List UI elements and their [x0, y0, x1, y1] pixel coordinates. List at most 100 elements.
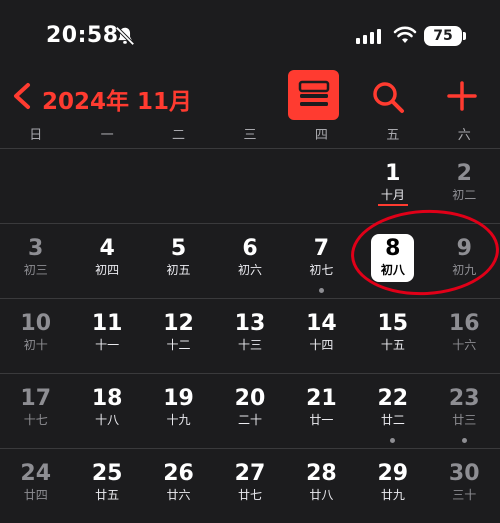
day-number: 4: [99, 236, 115, 261]
day-cell[interactable]: 5 初五: [143, 224, 214, 298]
status-bar: 20:58 75: [0, 0, 500, 70]
event-dot: [390, 438, 396, 443]
day-cell[interactable]: 11 十一: [71, 299, 142, 373]
signal-icon: [356, 29, 381, 44]
day-cell[interactable]: 12 十二: [143, 299, 214, 373]
day-number: 6: [242, 236, 258, 261]
day-cell[interactable]: 22 廿二: [357, 374, 428, 448]
weekday-label: 四: [314, 128, 328, 143]
day-number: 26: [163, 461, 194, 486]
lunar-date: 初七: [309, 263, 334, 277]
lunar-date: 初二: [452, 188, 477, 202]
lunar-date: 十六: [452, 338, 477, 352]
day-number: 1: [385, 161, 401, 186]
day-number: 27: [234, 461, 266, 486]
day-cell[interactable]: 19 十九: [143, 374, 214, 448]
day-cell[interactable]: 3 初三: [0, 224, 71, 298]
day-cell[interactable]: 6 初六: [214, 224, 285, 298]
battery-icon: 75: [424, 26, 462, 46]
lunar-date: 初十: [23, 338, 48, 352]
weekday-label: 日: [29, 128, 43, 143]
month-grid: 1 十月 2 初二 3 初三 4 初四 5 初五 6 初六 7 初七 8 初八 9 初九 10 初十…: [0, 148, 500, 523]
day-number: 15: [377, 311, 409, 336]
day-number: 21: [306, 386, 337, 411]
day-number: 11: [91, 311, 123, 336]
day-number: 25: [91, 461, 123, 486]
day-number: 18: [91, 386, 123, 411]
day-cell[interactable]: 26 廿六: [143, 449, 214, 523]
lunar-date: 十四: [309, 338, 334, 352]
lunar-date: 十一: [95, 338, 120, 352]
day-number: 23: [448, 386, 480, 411]
day-cell[interactable]: 29 廿九: [357, 449, 428, 523]
lunar-date: 三十: [452, 488, 477, 502]
day-cell[interactable]: 4 初四: [71, 224, 142, 298]
day-cell[interactable]: 7 初七: [286, 224, 357, 298]
day-number: 19: [163, 386, 194, 411]
day-cell: [143, 149, 214, 223]
navigation-bar: 2024年 11月: [0, 70, 500, 122]
month-title[interactable]: 2024年 11月: [42, 82, 192, 116]
event-dot: [318, 288, 324, 293]
day-cell[interactable]: 21 廿一: [286, 374, 357, 448]
lunar-date: 二十: [237, 413, 262, 427]
day-cell: [0, 149, 71, 223]
day-cell[interactable]: 17 十七: [0, 374, 71, 448]
day-cell[interactable]: 30 三十: [429, 449, 500, 523]
day-number: 2: [456, 161, 472, 186]
lunar-date: 十月: [380, 188, 405, 202]
day-cell: [214, 149, 285, 223]
day-number: 17: [20, 386, 52, 411]
day-number: 24: [20, 461, 52, 486]
day-number: 14: [306, 311, 337, 336]
lunar-date: 廿二: [380, 413, 405, 427]
day-cell[interactable]: 25 廿五: [71, 449, 142, 523]
day-number: 20: [234, 386, 266, 411]
lunar-date: 十八: [95, 413, 120, 427]
bell-slash-icon: [115, 26, 135, 46]
lunar-date: 初六: [237, 263, 262, 277]
day-cell[interactable]: 20 二十: [214, 374, 285, 448]
day-cell[interactable]: 10 初十: [0, 299, 71, 373]
day-cell: [286, 149, 357, 223]
day-cell[interactable]: 13 十三: [214, 299, 285, 373]
chevron-left-icon[interactable]: [10, 82, 34, 110]
lunar-date: 廿一: [309, 413, 334, 427]
lunar-date: 廿八: [309, 488, 334, 502]
day-number: 7: [313, 236, 330, 261]
day-cell[interactable]: 24 廿四: [0, 449, 71, 523]
week-row: 10 初十 11 十一 12 十二 13 十三 14 十四 15 十五 16 十六: [0, 298, 500, 373]
status-time: 20:58: [46, 23, 119, 48]
lunar-date: 十三: [237, 338, 262, 352]
weekday-label: 三: [243, 128, 257, 143]
day-cell[interactable]: 16 十六: [429, 299, 500, 373]
weekday-label: 一: [100, 128, 114, 143]
list-view-button[interactable]: [288, 70, 339, 120]
day-cell[interactable]: 28 廿八: [286, 449, 357, 523]
search-icon[interactable]: [371, 80, 405, 114]
weekday-header: 日 一 二 三 四 五 六: [0, 124, 500, 146]
wifi-icon: [393, 26, 417, 43]
plus-icon[interactable]: [446, 80, 478, 112]
day-number: 22: [377, 386, 409, 411]
day-cell[interactable]: 15 十五: [357, 299, 428, 373]
weekday-label: 二: [172, 128, 186, 143]
day-number: 10: [20, 311, 52, 336]
day-number: 16: [448, 311, 480, 336]
lunar-date: 廿九: [380, 488, 405, 502]
day-cell[interactable]: 23 廿三: [429, 374, 500, 448]
lunar-date: 十五: [380, 338, 405, 352]
day-cell[interactable]: 18 十八: [71, 374, 142, 448]
day-number: 13: [234, 311, 266, 336]
day-cell[interactable]: 14 十四: [286, 299, 357, 373]
lunar-date: 十二: [166, 338, 191, 352]
lunar-date: 廿四: [23, 488, 48, 502]
lunar-date: 廿三: [452, 413, 477, 427]
weekday-label: 五: [386, 128, 400, 143]
lunar-date: 初四: [95, 263, 120, 277]
month-start-underline: [378, 204, 409, 206]
day-cell[interactable]: 27 廿七: [214, 449, 285, 523]
lunar-date: 十九: [166, 413, 191, 427]
lunar-date: 廿五: [95, 488, 120, 502]
day-cell: [71, 149, 142, 223]
